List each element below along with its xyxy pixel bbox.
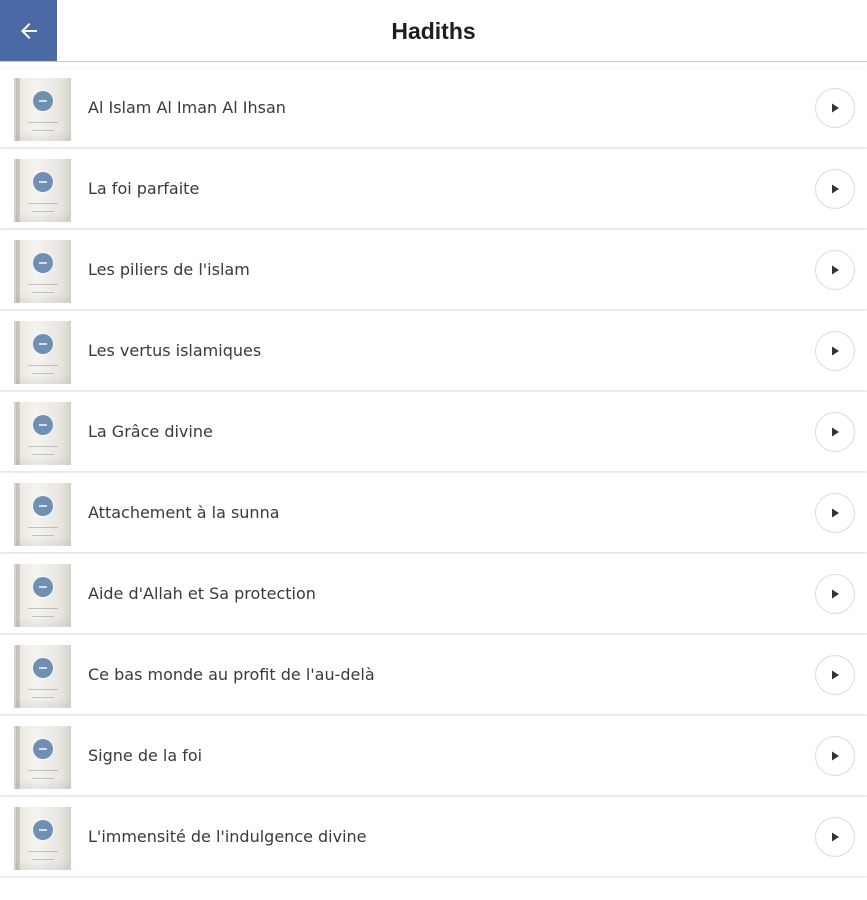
book-cover-icon: [14, 402, 71, 465]
list-item[interactable]: Les vertus islamiques: [0, 311, 867, 390]
list-item-label: Les vertus islamiques: [88, 341, 262, 360]
list-item[interactable]: Signe de la foi: [0, 716, 867, 795]
play-icon: [832, 751, 839, 761]
play-button[interactable]: [815, 169, 855, 209]
book-cover-icon: [14, 78, 71, 141]
book-cover-icon: [14, 564, 71, 627]
play-icon: [832, 832, 839, 842]
hadith-list: Al Islam Al Iman Al Ihsan La foi parfait…: [0, 68, 867, 878]
list-item[interactable]: La Grâce divine: [0, 392, 867, 471]
back-button[interactable]: [0, 0, 57, 61]
list-item[interactable]: Ce bas monde au profit de l'au-delà: [0, 635, 867, 714]
list-item[interactable]: Al Islam Al Iman Al Ihsan: [0, 68, 867, 147]
list-item-label: Al Islam Al Iman Al Ihsan: [88, 98, 286, 117]
play-button[interactable]: [815, 331, 855, 371]
list-item-label: Les piliers de l'islam: [88, 260, 250, 279]
app-header: Hadiths: [0, 0, 867, 62]
list-item[interactable]: Attachement à la sunna: [0, 473, 867, 552]
play-button[interactable]: [815, 655, 855, 695]
play-button[interactable]: [815, 88, 855, 128]
list-item-label: L'immensité de l'indulgence divine: [88, 827, 367, 846]
list-item[interactable]: L'immensité de l'indulgence divine: [0, 797, 867, 876]
play-icon: [832, 346, 839, 356]
play-icon: [832, 103, 839, 113]
book-cover-icon: [14, 645, 71, 708]
list-item-label: La foi parfaite: [88, 179, 200, 198]
play-icon: [832, 508, 839, 518]
play-icon: [832, 589, 839, 599]
list-item-label: La Grâce divine: [88, 422, 213, 441]
list-item[interactable]: Aide d'Allah et Sa protection: [0, 554, 867, 633]
play-icon: [832, 265, 839, 275]
play-button[interactable]: [815, 250, 855, 290]
page-title: Hadiths: [391, 18, 476, 44]
book-cover-icon: [14, 321, 71, 384]
play-icon: [832, 427, 839, 437]
play-button[interactable]: [815, 817, 855, 857]
book-cover-icon: [14, 483, 71, 546]
play-button[interactable]: [815, 736, 855, 776]
book-cover-icon: [14, 240, 71, 303]
book-cover-icon: [14, 726, 71, 789]
play-button[interactable]: [815, 412, 855, 452]
play-button[interactable]: [815, 493, 855, 533]
play-icon: [832, 184, 839, 194]
list-item[interactable]: La foi parfaite: [0, 149, 867, 228]
list-item[interactable]: Les piliers de l'islam: [0, 230, 867, 309]
book-cover-icon: [14, 807, 71, 870]
play-icon: [832, 670, 839, 680]
play-button[interactable]: [815, 574, 855, 614]
list-item-label: Aide d'Allah et Sa protection: [88, 584, 316, 603]
list-item-label: Signe de la foi: [88, 746, 203, 765]
book-cover-icon: [14, 159, 71, 222]
list-item-label: Ce bas monde au profit de l'au-delà: [88, 665, 375, 684]
list-item-label: Attachement à la sunna: [88, 503, 280, 522]
arrow-left-icon: [20, 22, 37, 39]
